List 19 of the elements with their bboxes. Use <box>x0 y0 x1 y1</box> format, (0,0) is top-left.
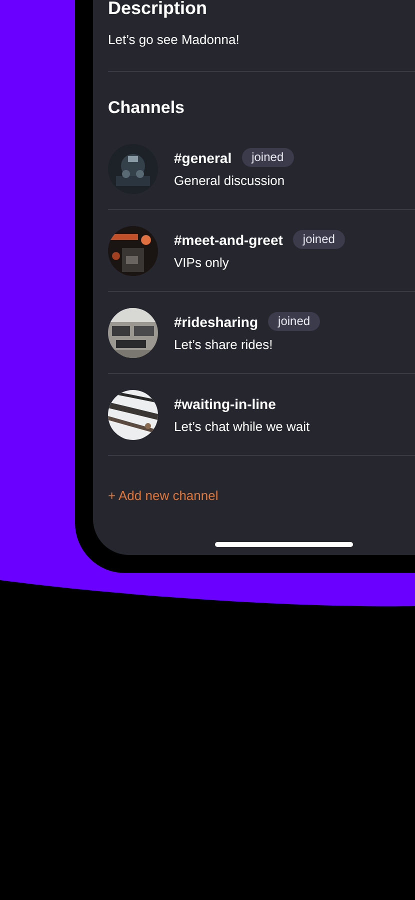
add-channel-link[interactable]: + Add new channel <box>108 488 218 504</box>
section-heading: Description <box>108 0 208 18</box>
channel-name: #ridesharing <box>174 312 258 330</box>
channel-subtitle: VIPs only <box>174 255 230 271</box>
channel-name: #waiting-in-line <box>174 394 276 412</box>
channel-name: #general <box>174 148 232 166</box>
channel-subtitle: Let’s share rides! <box>174 337 274 353</box>
joined-badge: joined <box>242 148 294 167</box>
joined-badge: joined <box>292 230 345 249</box>
channel-row[interactable]: #meet-and-greet joined VIPs only <box>108 210 415 292</box>
channel-row[interactable]: #ridesharing joined Let’s share rides! <box>108 292 415 374</box>
channel-name: #meet-and-greet <box>174 230 283 248</box>
description-text: Let’s go see Madonna! <box>108 32 240 48</box>
channel-subtitle: General discussion <box>174 173 286 189</box>
section-heading: Channels <box>108 98 186 118</box>
joined-badge: joined <box>268 312 320 331</box>
channel-row[interactable]: #waiting-in-line Let’s chat while we wait <box>108 374 415 456</box>
channel-row[interactable]: #general joined General discussion <box>108 128 415 210</box>
channel-subtitle: Let’s chat while we wait <box>174 418 310 434</box>
